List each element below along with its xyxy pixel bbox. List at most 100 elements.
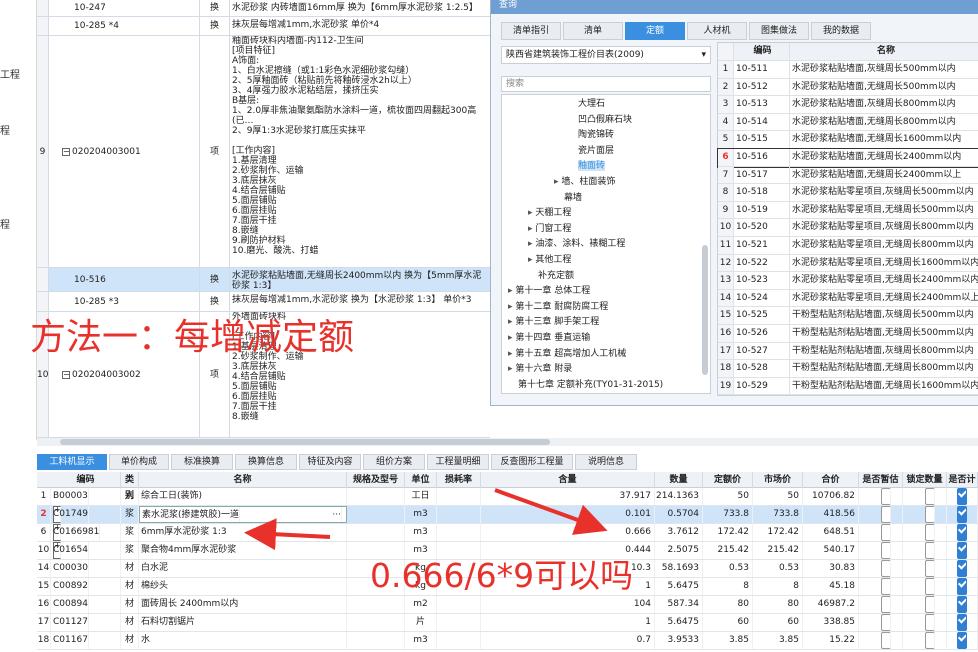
material-header-cell[interactable]: 单位 [405, 472, 437, 488]
dialog-tab[interactable]: 我的数据 [811, 22, 871, 40]
checkbox-calc[interactable] [957, 560, 967, 577]
quota-list-row[interactable]: 1 10-511 水泥砂浆粘贴墙面,灰缝周长500mm以内 [718, 61, 978, 79]
row-code[interactable]: 10-516 [50, 268, 200, 291]
material-est-cell[interactable] [859, 488, 903, 505]
material-est-cell[interactable] [859, 560, 903, 577]
checkbox-est[interactable] [880, 614, 891, 631]
quota-list-row[interactable]: 2 10-512 水泥砂浆粘贴墙面,无缝周长500mm以内 [718, 78, 978, 97]
checkbox-lock[interactable] [924, 542, 935, 559]
bottom-tab[interactable]: 组价方案 [363, 454, 425, 470]
checkbox-est[interactable] [880, 578, 891, 595]
row-name[interactable]: 水泥砂浆 内砖墙面16mm厚 换为【6mm厚水泥砂浆 1:2.5】 [230, 0, 490, 16]
material-header-cell[interactable]: 损耗率 [437, 472, 481, 488]
tree-node[interactable]: ▸ 第十四章 垂直运输 [508, 331, 590, 345]
checkbox-calc[interactable] [957, 578, 967, 595]
tree-node[interactable]: ▸ 第十五章 超高增加人工机械 [508, 347, 626, 361]
tree-node[interactable]: ▸ 其他工程 [528, 253, 571, 267]
material-calc-cell[interactable] [947, 524, 978, 541]
dialog-tab[interactable]: 人材机 [687, 22, 747, 40]
checkbox-lock[interactable] [924, 632, 935, 649]
material-lock-cell[interactable] [903, 524, 947, 541]
tree-node[interactable]: ▸ 油漆、涂料、裱糊工程 [528, 237, 625, 251]
material-header-cell[interactable]: 是否暂估 [859, 472, 903, 488]
row-name[interactable]: 釉面砖块料内墙面-内112-卫生间 [项目特征] A饰面: 1、白水泥擦缝（或1:1彩… [230, 36, 490, 267]
material-header-cell[interactable]: 锁定数量 [903, 472, 947, 488]
quota-grid-row[interactable]: 10-516 换水泥砂浆粘贴墙面,无缝周长2400mm以内 换为【5mm厚水泥砂浆… [37, 268, 490, 292]
quota-list-row[interactable]: 9 10-519 水泥砂浆粘贴零星项目,无缝周长500mm以内 [718, 201, 978, 220]
quota-list-row[interactable]: 8 10-518 水泥砂浆粘贴零星项目,灰缝周长500mm以内 [718, 184, 978, 202]
material-lock-cell[interactable] [903, 614, 947, 631]
material-est-cell[interactable] [859, 596, 903, 613]
dialog-tab[interactable]: 图集做法 [749, 22, 809, 40]
quota-list-row[interactable]: 6 10-516 水泥砂浆粘贴墙面,无缝周长2400mm以内 [717, 148, 978, 168]
quota-grid-row[interactable]: 10-285 *3 换抹灰层每增减1mm,水泥砂浆 换为【水泥砂浆 1:3】 单价… [37, 292, 490, 312]
quota-list-row[interactable]: 7 10-517 水泥砂浆粘贴墙面,无缝周长2400mm以上 [718, 166, 978, 185]
tree-node[interactable]: 第十七章 定额补充(TY01-31-2015) [518, 378, 663, 392]
bottom-tab[interactable]: 标准换算 [171, 454, 233, 470]
row-code[interactable]: 10-247 [50, 0, 200, 16]
quota-list-row[interactable]: 4 10-514 水泥砂浆粘贴墙面,无缝周长800mm以内 [718, 113, 978, 132]
quota-list-row[interactable]: 16 10-526 干粉型粘贴剂粘贴墙面,无缝周长500mm以内 [718, 325, 978, 343]
bottom-tab[interactable]: 单价构成 [109, 454, 169, 470]
tree-node[interactable]: ▸ 门窗工程 [528, 222, 571, 236]
material-calc-cell[interactable] [947, 560, 978, 577]
quota-grid-row[interactable]: 10-285 *4 换抹灰层每增减1mm,水泥砂浆 单价*4 [37, 17, 490, 36]
material-header-cell[interactable]: 定额价 [703, 472, 753, 488]
collapse-icon[interactable]: − [62, 370, 70, 379]
row-name[interactable]: 水泥砂浆粘贴墙面,无缝周长2400mm以内 换为【5mm厚水泥砂浆 1:3】 [230, 268, 490, 291]
scrollbar-thumb[interactable] [60, 439, 550, 445]
material-lock-cell[interactable] [903, 596, 947, 613]
tree-node[interactable]: ▸ 墙、柱面装饰 [554, 175, 615, 189]
row-code[interactable]: 10-285 *4 [50, 17, 200, 35]
material-calc-cell[interactable] [947, 632, 978, 649]
quota-list-row[interactable]: 13 10-523 水泥砂浆粘贴零星项目,无缝周长2400mm以内 [718, 272, 978, 290]
material-est-cell[interactable] [859, 632, 903, 649]
checkbox-est[interactable] [880, 488, 891, 505]
material-header-cell[interactable]: 市场价 [753, 472, 803, 488]
material-row[interactable]: 17 C01127 材石料切割锯片片 1 5.6475 60 60 338.85 [37, 614, 978, 632]
left-strip-label[interactable]: 工程 [0, 66, 20, 81]
tree-node[interactable]: ▸ 第十二章 耐腐防腐工程 [508, 300, 608, 314]
dialog-tab[interactable]: 清单指引 [501, 22, 561, 40]
tree-node[interactable]: ▸ 第十六章 附录 [508, 362, 572, 376]
material-lock-cell[interactable] [903, 542, 947, 559]
material-calc-cell[interactable] [947, 488, 978, 505]
tree-node[interactable]: 陶瓷锦砖 [578, 128, 614, 142]
tree-node[interactable]: 幕墙 [564, 191, 582, 205]
tree-node[interactable]: ▸ 天棚工程 [528, 206, 571, 220]
material-header-cell[interactable]: 编码 [51, 472, 121, 488]
material-calc-cell[interactable] [947, 542, 978, 559]
bottom-tab[interactable]: 反查图形工程量 [491, 454, 573, 470]
material-est-cell[interactable] [859, 524, 903, 541]
checkbox-calc[interactable] [957, 632, 967, 649]
checkbox-est[interactable] [880, 524, 891, 541]
quota-list-row[interactable]: 14 10-524 水泥砂浆粘贴零星项目,无缝周长2400mm以上 [718, 289, 978, 308]
checkbox-lock[interactable] [924, 596, 935, 613]
bottom-tab[interactable]: 特征及内容 [299, 454, 361, 470]
material-header-cell[interactable]: 数量 [655, 472, 703, 488]
checkbox-calc[interactable] [957, 542, 967, 559]
search-input[interactable]: 搜索 [501, 76, 711, 92]
checkbox-calc[interactable] [957, 596, 967, 613]
row-code[interactable]: −020204003001 [50, 36, 200, 267]
left-strip-label[interactable]: 程 [0, 216, 10, 231]
checkbox-lock[interactable] [924, 524, 935, 541]
bottom-tab[interactable]: 工料机显示 [37, 454, 107, 470]
row-code[interactable]: 10-285 *3 [50, 292, 200, 311]
material-lock-cell[interactable] [903, 578, 947, 595]
material-calc-cell[interactable] [947, 614, 978, 631]
checkbox-calc[interactable] [957, 614, 967, 631]
checkbox-lock[interactable] [924, 614, 935, 631]
checkbox-lock[interactable] [924, 488, 935, 505]
material-header-cell[interactable]: 是否计 [947, 472, 978, 488]
row-name[interactable]: 抹灰层每增减1mm,水泥砂浆 单价*4 [230, 17, 490, 35]
more-icon[interactable]: ··· [332, 507, 342, 522]
tree-node[interactable]: 釉面砖 [578, 159, 606, 173]
material-calc-cell[interactable] [947, 506, 978, 523]
checkbox-est[interactable] [880, 506, 891, 523]
material-row[interactable]: 2 + C01749 浆素水泥浆(掺建筑胶)一道 ··· m3 0.101 0.5704 733… [37, 506, 978, 524]
material-header-cell[interactable]: 规格及型号 [347, 472, 405, 488]
tree-node[interactable]: ▸ 第十一章 总体工程 [508, 284, 590, 298]
checkbox-calc[interactable] [957, 488, 967, 505]
material-header-cell[interactable]: 含量 [481, 472, 655, 488]
